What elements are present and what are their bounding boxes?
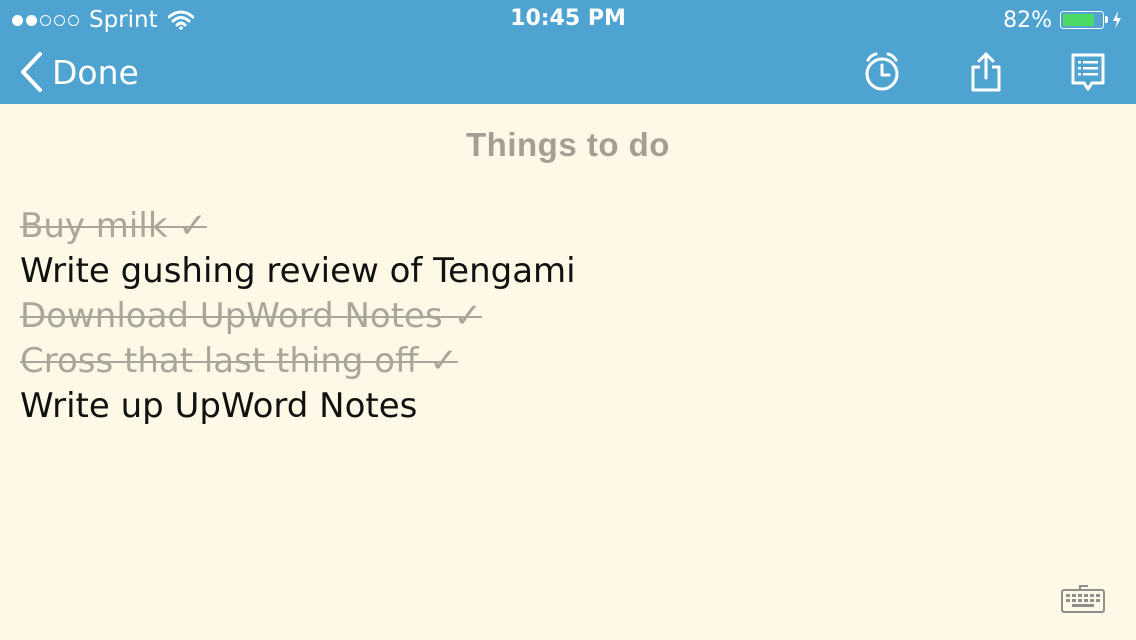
note-title[interactable]: Things to do xyxy=(0,126,1136,164)
note-editor[interactable]: Things to do Buy milk ✓ Write gushing rev… xyxy=(0,104,1136,640)
navigation-bar: Done xyxy=(0,40,1136,104)
done-label: Done xyxy=(52,52,139,92)
alarm-button[interactable] xyxy=(860,50,904,94)
status-bar: Sprint 10:45 PM 82% xyxy=(0,0,1136,40)
note-item-done[interactable]: Cross that last thing off ✓ xyxy=(20,339,576,384)
note-item[interactable]: Write gushing review of Tengami xyxy=(20,249,576,294)
note-item-done[interactable]: Download UpWord Notes ✓ xyxy=(20,294,576,339)
share-button[interactable] xyxy=(964,50,1008,94)
keyboard-icon xyxy=(1061,585,1105,613)
share-icon xyxy=(971,52,1001,92)
notes-list-button[interactable] xyxy=(1066,50,1110,94)
status-right: 82% xyxy=(1003,6,1122,34)
battery-fill xyxy=(1063,14,1095,26)
battery-nub xyxy=(1105,16,1108,23)
chevron-left-icon xyxy=(21,52,42,92)
note-item[interactable]: Write up UpWord Notes xyxy=(20,384,576,429)
top-bar: Sprint 10:45 PM 82% Done xyxy=(0,0,1136,104)
notes-list-icon xyxy=(1071,53,1105,91)
note-items[interactable]: Buy milk ✓ Write gushing review of Tengam… xyxy=(20,204,576,429)
note-item-done[interactable]: Buy milk ✓ xyxy=(20,204,576,249)
battery-icon xyxy=(1060,11,1108,29)
done-back-button[interactable]: Done xyxy=(18,50,139,94)
status-time: 10:45 PM xyxy=(510,6,626,31)
show-keyboard-button[interactable] xyxy=(1060,584,1108,618)
battery-percent: 82% xyxy=(1003,7,1052,33)
alarm-clock-icon xyxy=(865,52,899,91)
charging-bolt-icon xyxy=(1113,11,1121,29)
